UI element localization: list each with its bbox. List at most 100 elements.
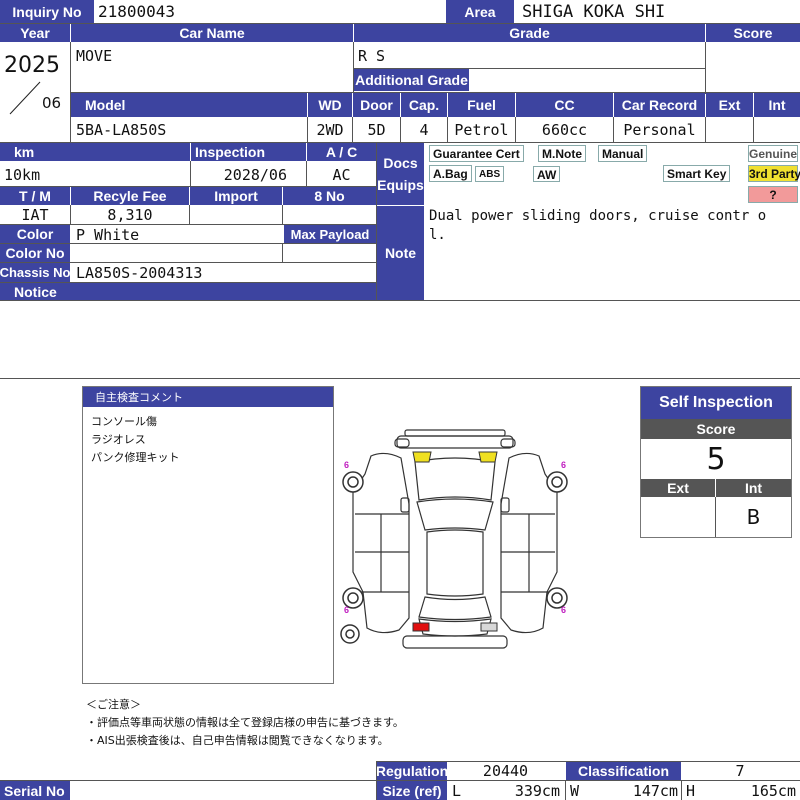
serial-no-label: Serial No	[0, 781, 70, 800]
tire-mark-rear-left: 6	[344, 605, 350, 615]
inspection-value: 2028/06	[223, 166, 287, 184]
int-label: Int	[754, 93, 800, 117]
car-name-label: Car Name	[71, 24, 353, 42]
fuel-value: Petrol	[454, 121, 509, 139]
size-w-value: 147cm	[632, 781, 678, 800]
comment-line: ラジオレス	[91, 433, 146, 446]
grade-label: Grade	[354, 24, 705, 42]
self-int-value: B	[746, 505, 761, 529]
size-l-label: L	[452, 781, 462, 800]
classification-label: Classification	[566, 762, 681, 780]
equip-guarantee-cert: Guarantee Cert	[429, 145, 524, 162]
comment-line: パンク修理キット	[91, 451, 180, 464]
damage-mark-yellow-left	[412, 451, 432, 463]
door-value: 5D	[367, 121, 386, 139]
car-record-label: Car Record	[614, 93, 705, 117]
damage-mark-gray	[480, 622, 498, 632]
ac-label: A / C	[307, 143, 376, 161]
wd-label: WD	[308, 93, 352, 117]
docs-equips-label: Docs Equips	[377, 143, 424, 205]
equips-label: Equips	[377, 177, 424, 193]
car-record-value: Personal	[623, 121, 696, 139]
cap-label: Cap.	[401, 93, 447, 117]
ac-value: AC	[332, 166, 351, 184]
self-ext-label: Ext	[641, 479, 715, 497]
km-value: 10km	[4, 166, 41, 184]
equip-manual: Manual	[598, 145, 648, 162]
damage-mark-red	[412, 622, 430, 632]
fuel-label: Fuel	[448, 93, 515, 117]
size-h-label: H	[686, 781, 696, 800]
comment-title: 自主検査コメント	[83, 387, 333, 407]
comment-line: コンソール傷	[91, 415, 157, 428]
regulation-value: 20440	[482, 762, 529, 780]
area-value: SHIGA KOKA SHI	[522, 1, 666, 22]
caution-title: ＜ご注意＞	[86, 698, 141, 711]
door-label: Door	[353, 93, 400, 117]
equip-aw: AW	[533, 166, 561, 182]
chassis-no-value: LA850S-2004313	[76, 263, 203, 282]
km-label: km	[0, 143, 190, 161]
model-value: 5BA-LA850S	[76, 121, 167, 139]
wd-value: 2WD	[316, 121, 344, 139]
self-inspection-title: Self Inspection	[641, 387, 791, 419]
area-label: Area	[446, 0, 514, 23]
tire-mark-rear-right: 6	[561, 605, 567, 615]
self-score-value: 5	[706, 441, 726, 477]
caution-line: ・評価点等車両状態の情報は全て登録店様の申告に基づきます。	[86, 716, 404, 729]
caution-line: ・AIS出張検査後は、自己申告情報は閲覧できなくなります。	[86, 734, 389, 747]
caution-block: ＜ご注意＞ ・評価点等車両状態の情報は全て登録店様の申告に基づきます。 ・AIS…	[86, 696, 404, 750]
damage-mark-yellow-right	[478, 451, 498, 463]
tire-mark-front-right: 6	[561, 460, 567, 470]
self-int-label: Int	[716, 479, 791, 497]
inspection-label: Inspection	[191, 143, 306, 161]
cc-value: 660cc	[541, 121, 588, 139]
model-label: Model	[71, 93, 307, 117]
size-h-value: 165cm	[750, 781, 796, 800]
color-no-label: Color No	[0, 244, 70, 262]
tm-value: IAT	[21, 206, 49, 224]
comment-box: 自主検査コメント コンソール傷 ラジオレス パンク修理キット	[82, 386, 334, 684]
ext-label: Ext	[706, 93, 753, 117]
color-value: P White	[76, 226, 140, 244]
chassis-no-label: Chassis No	[0, 263, 71, 282]
classification-value: 7	[735, 762, 745, 780]
self-inspection-panel: Self Inspection Score 5 Ext Int B	[640, 386, 792, 538]
8no-label: 8 No	[283, 187, 376, 205]
size-w-label: W	[570, 781, 580, 800]
equip-third-party: 3rd Party	[748, 165, 800, 182]
note-label: Note	[377, 206, 424, 300]
cap-value: 4	[419, 121, 429, 139]
equip-genuine: Genuine	[748, 145, 798, 162]
note-text: Dual power sliding doors, cruise contr o…	[429, 208, 767, 243]
inquiry-label: Inquiry No	[0, 0, 94, 23]
car-name-value: MOVE	[76, 47, 113, 65]
cc-label: CC	[516, 93, 613, 117]
size-label: Size (ref)	[377, 781, 447, 800]
recycle-fee-value: 8,310	[107, 206, 153, 224]
additional-grade-label: Additional Grade	[354, 69, 469, 91]
equip-unknown: ?	[748, 186, 798, 203]
self-score-label: Score	[641, 419, 791, 439]
score-label: Score	[706, 24, 800, 42]
docs-label: Docs	[383, 155, 418, 171]
import-label: Import	[190, 187, 282, 205]
tire-mark-front-left: 6	[344, 460, 350, 470]
self-ext-value	[641, 497, 715, 537]
equip-abs: ABS	[475, 166, 505, 182]
inquiry-number: 21800043	[98, 2, 176, 21]
equip-a-bag: A.Bag	[429, 165, 472, 182]
regulation-label: Regulation	[375, 762, 449, 780]
recycle-fee-label: Recyle Fee	[71, 187, 189, 205]
size-l-value: 339cm	[514, 781, 560, 800]
equip-m-note: M.Note	[538, 145, 586, 162]
notice-label: Notice	[0, 283, 376, 300]
grade-value: R S	[358, 47, 386, 65]
tm-label: T / M	[0, 187, 70, 205]
car-damage-diagram	[340, 429, 568, 649]
year-label: Year	[0, 24, 70, 42]
color-label: Color	[0, 225, 70, 243]
max-payload-label: Max Payload	[284, 225, 376, 243]
year-divider	[9, 81, 41, 115]
equip-smart-key: Smart Key	[663, 165, 731, 182]
